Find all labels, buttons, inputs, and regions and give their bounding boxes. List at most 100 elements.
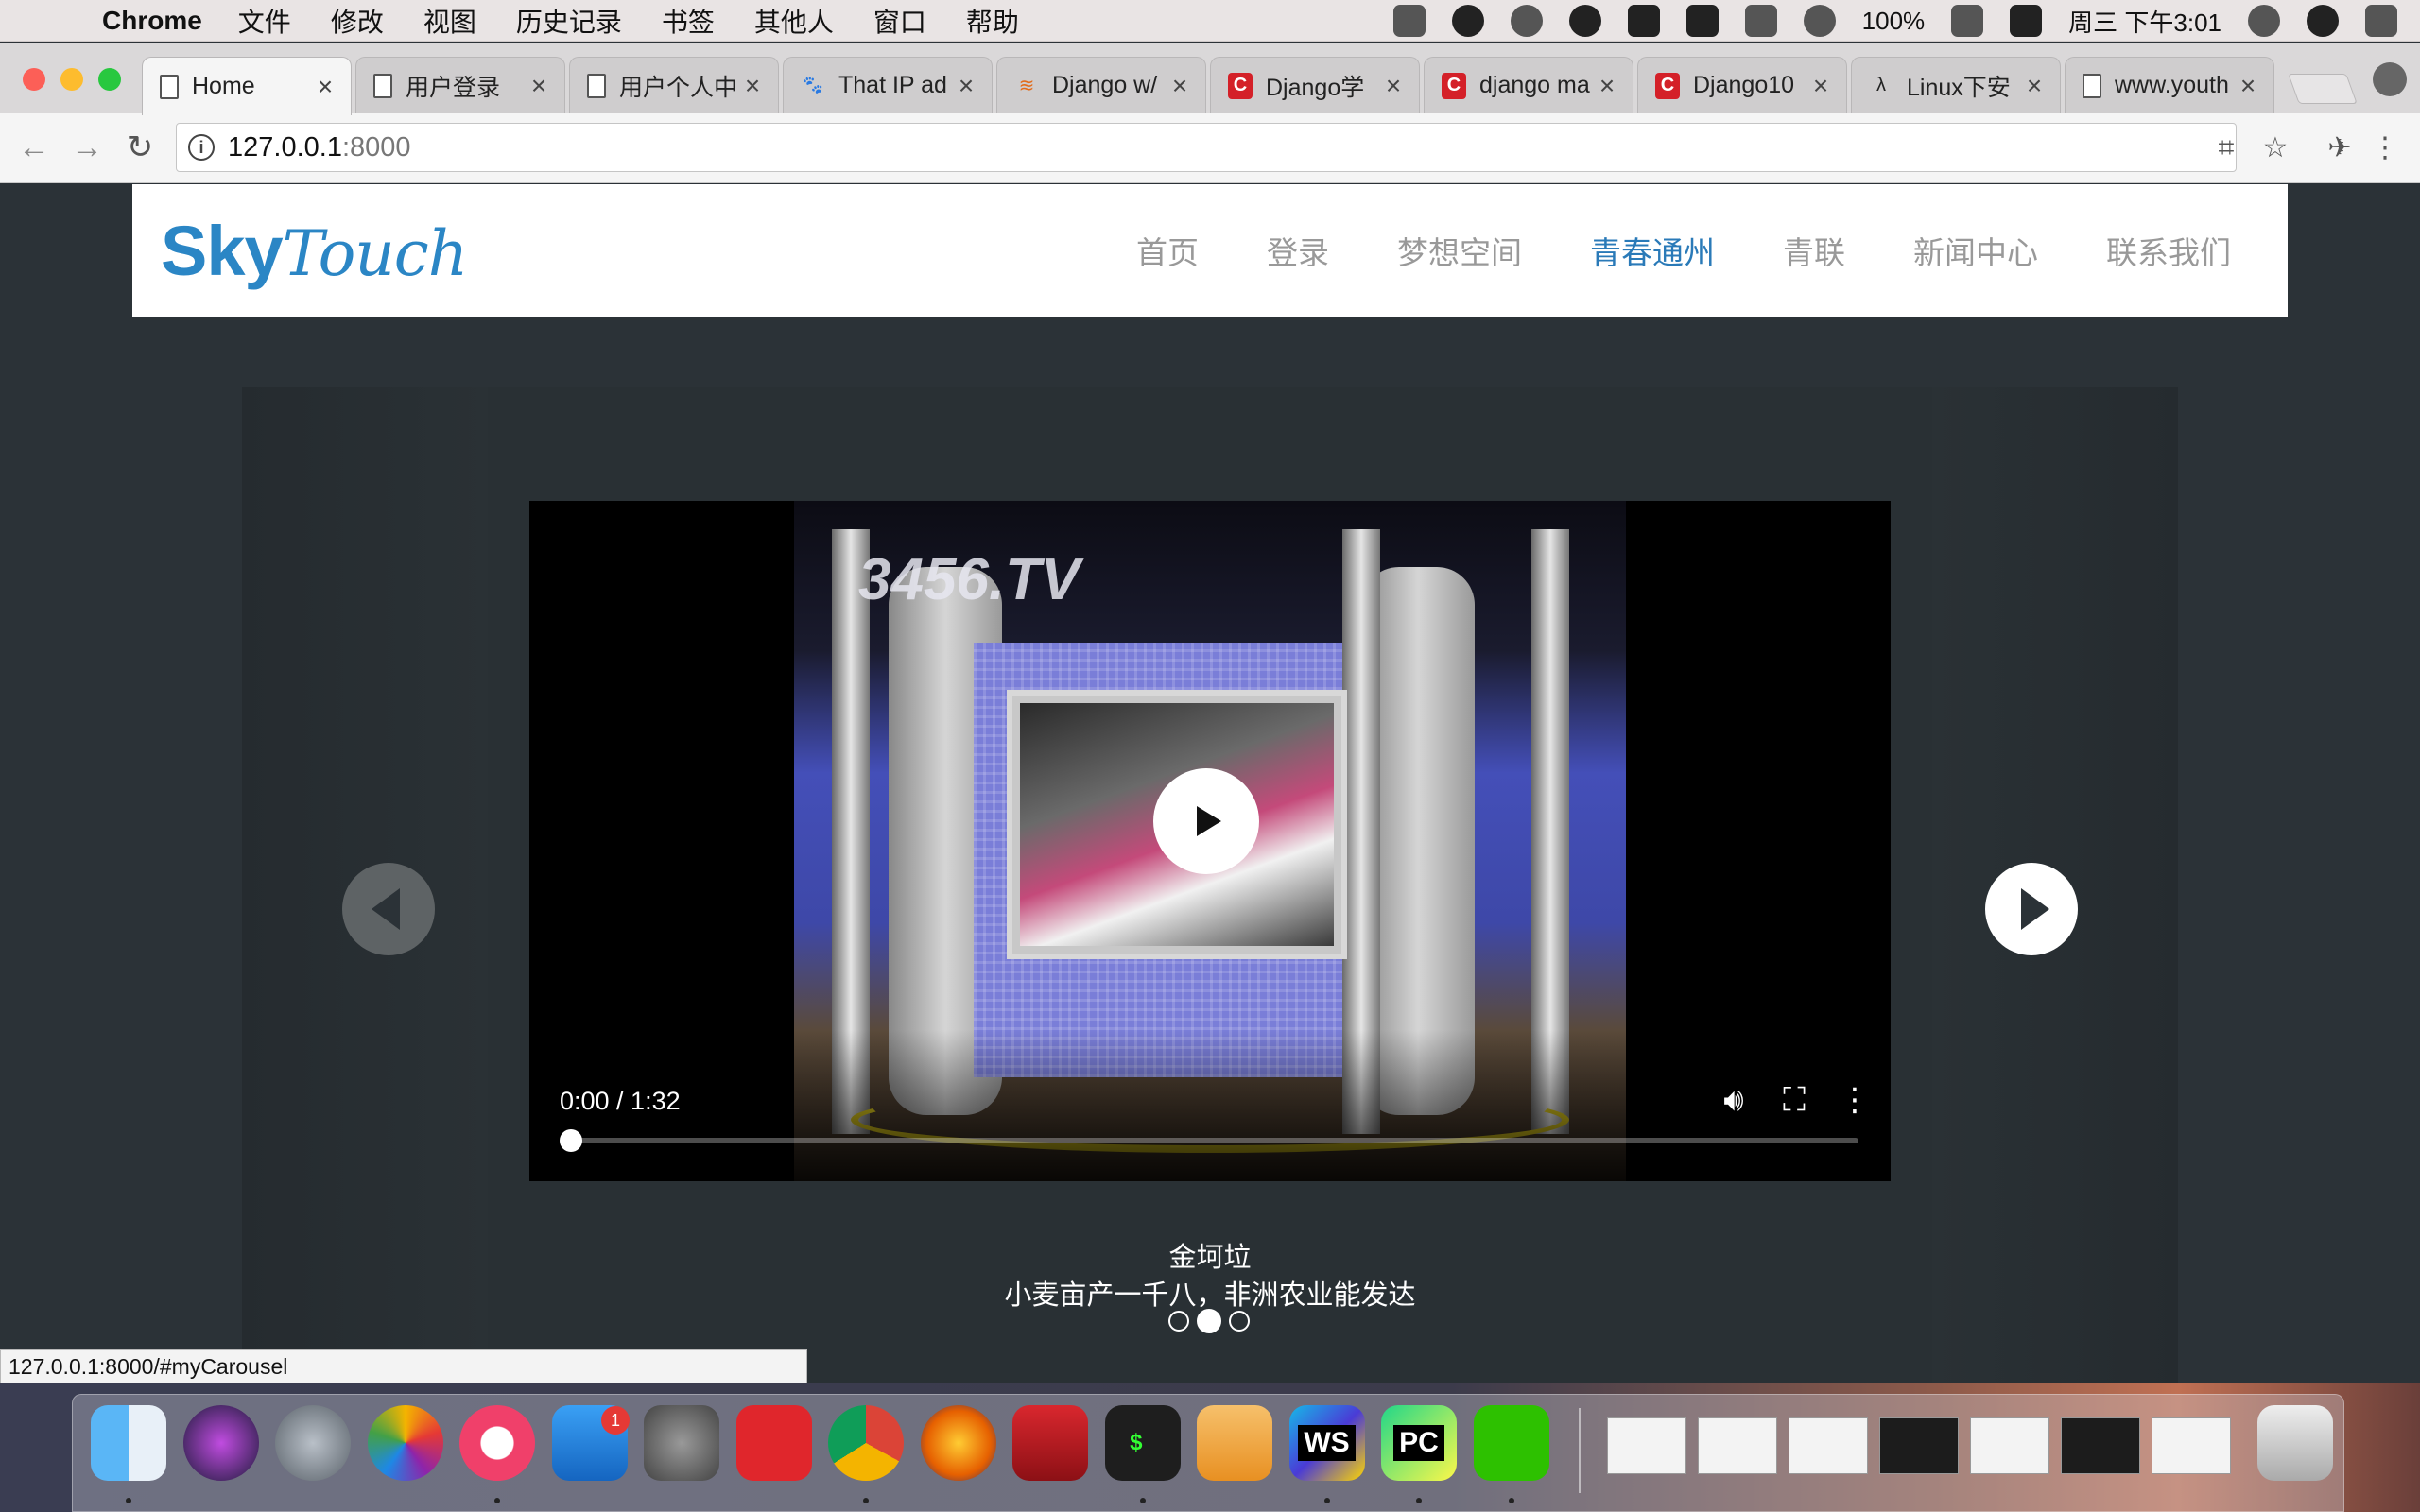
netease-music-dock-icon[interactable] (735, 1405, 812, 1481)
tab-close-icon[interactable]: × (1595, 71, 1619, 101)
chrome-menu-icon[interactable]: ⋮ (2369, 132, 2401, 164)
video-progress-knob[interactable] (560, 1129, 582, 1152)
minimized-window-thumbnail[interactable] (1789, 1418, 1868, 1474)
fullscreen-icon[interactable]: ⛶ (1773, 1079, 1815, 1121)
tab-close-icon[interactable]: × (2236, 71, 2260, 101)
menu-help[interactable]: 帮助 (966, 2, 1019, 40)
itunes-dock-icon[interactable] (459, 1405, 535, 1481)
menu-window[interactable]: 窗口 (873, 2, 926, 40)
new-tab-button[interactable] (2288, 74, 2358, 104)
siri-tray-icon[interactable] (2307, 5, 2339, 37)
evernote-tray-icon[interactable] (1451, 5, 1484, 37)
extension-icon[interactable]: ✈ (2324, 132, 2356, 164)
tab-7[interactable]: Cdjango ma × (1424, 57, 1634, 113)
nav-item-6[interactable]: 新闻中心 (1913, 228, 2038, 273)
menu-people[interactable]: 其他人 (754, 2, 834, 40)
carousel-prev-button[interactable] (342, 863, 435, 955)
nav-item-5[interactable]: 青联 (1783, 228, 1845, 273)
menu-file[interactable]: 文件 (238, 2, 291, 40)
nav-item-3[interactable]: 梦想空间 (1397, 228, 1522, 273)
tab-8[interactable]: C Django10 × (1637, 57, 1847, 113)
webstorm-dock-icon[interactable]: WS (1288, 1405, 1365, 1481)
carousel-next-button[interactable] (1985, 863, 2078, 955)
system-preferences-dock-icon[interactable] (644, 1405, 719, 1481)
finder-dock-icon[interactable] (91, 1405, 166, 1481)
carousel-indicator-2[interactable] (1197, 1309, 1221, 1333)
site-logo[interactable]: SkyTouch (161, 211, 468, 291)
pycharm-dock-icon[interactable]: PC (1381, 1405, 1457, 1481)
siri-dock-icon[interactable] (182, 1405, 259, 1481)
tab-1[interactable]: Home × (142, 57, 352, 115)
menu-edit[interactable]: 修改 (331, 2, 384, 40)
nav-item-7[interactable]: 联系我们 (2106, 228, 2231, 273)
nav-item-2[interactable]: 登录 (1267, 228, 1329, 273)
back-arrow-icon[interactable]: ← (13, 127, 55, 168)
minimize-window-button[interactable] (60, 68, 83, 91)
tab-close-icon[interactable]: × (527, 71, 551, 101)
tab-2[interactable]: 用户登录 × (355, 57, 565, 113)
carousel-indicator-3[interactable] (1229, 1311, 1250, 1332)
firefox-dock-icon[interactable] (920, 1405, 996, 1481)
nav-item-4[interactable]: 青春通州 (1590, 228, 1715, 273)
wechat-dock-icon[interactable] (1473, 1405, 1549, 1481)
autocad-dock-icon[interactable] (1012, 1405, 1088, 1481)
terminal-dock-icon[interactable]: $_ (1104, 1405, 1181, 1481)
tab-10[interactable]: www.youth × (2065, 57, 2274, 113)
minimized-window-thumbnail[interactable] (1879, 1418, 1959, 1474)
tab-close-icon[interactable]: × (740, 71, 765, 101)
wifi-icon[interactable] (1803, 5, 1836, 37)
translate-icon[interactable]: ⌗ (2210, 132, 2242, 164)
airplay-icon[interactable] (1744, 5, 1777, 37)
battery-icon[interactable] (1951, 5, 1984, 37)
chrome-dock-icon[interactable] (828, 1405, 904, 1481)
microphone-tray-icon[interactable] (1627, 5, 1660, 37)
notification-center-icon[interactable] (2365, 5, 2397, 37)
input-method-icon[interactable] (1685, 5, 1719, 37)
tab-9[interactable]: λ Linux下安 × (1851, 57, 2061, 113)
tab-close-icon[interactable]: × (954, 71, 978, 101)
minimized-window-thumbnail[interactable] (2061, 1418, 2140, 1474)
menu-history[interactable]: 历史记录 (516, 2, 622, 40)
eye-tray-icon[interactable] (1510, 5, 1543, 37)
video-progress-bar[interactable] (560, 1129, 1858, 1152)
more-options-icon[interactable]: ⋮ (1834, 1079, 1876, 1121)
bookmark-star-icon[interactable]: ☆ (2259, 132, 2291, 164)
tab-5[interactable]: ≋ Django w/ × (996, 57, 1206, 113)
volume-icon[interactable]: 🔊︎ (1713, 1079, 1754, 1121)
site-info-icon[interactable]: i (188, 134, 215, 161)
tab-close-icon[interactable]: × (1381, 71, 1406, 101)
wechat-tray-icon[interactable] (1392, 5, 1426, 37)
play-button[interactable] (1153, 768, 1259, 874)
minimized-window-thumbnail[interactable] (2152, 1418, 2231, 1474)
nav-item-1[interactable]: 首页 (1136, 228, 1199, 273)
menu-clock[interactable]: 周三 下午3:01 (2068, 4, 2221, 39)
menu-bookmarks[interactable]: 书签 (662, 2, 715, 40)
carousel-indicator-1[interactable] (1168, 1311, 1189, 1332)
tab-close-icon[interactable]: × (1808, 71, 1833, 101)
minimized-window-thumbnail[interactable] (1607, 1418, 1686, 1474)
trash-icon[interactable] (2257, 1405, 2333, 1481)
tab-4[interactable]: 🐾︎ That IP ad × (783, 57, 993, 113)
spotlight-icon[interactable] (2248, 5, 2280, 37)
zoom-window-button[interactable] (98, 68, 121, 91)
close-window-button[interactable] (23, 68, 45, 91)
menu-app-name[interactable]: Chrome (102, 6, 202, 36)
forward-arrow-icon[interactable]: → (66, 127, 108, 168)
minimized-window-thumbnail[interactable] (1970, 1418, 2049, 1474)
photos-dock-icon[interactable] (367, 1405, 443, 1481)
launchpad-dock-icon[interactable] (275, 1405, 351, 1481)
profile-icon[interactable] (2373, 62, 2407, 96)
menu-view[interactable]: 视图 (424, 2, 476, 40)
tab-close-icon[interactable]: × (1167, 71, 1192, 101)
tab-6[interactable]: C Django学 × (1210, 57, 1420, 113)
tab-close-icon[interactable]: × (2022, 71, 2047, 101)
pages-dock-icon[interactable] (1197, 1405, 1272, 1481)
reload-icon[interactable]: ↻ (119, 127, 161, 168)
video-player[interactable]: 3456.TV 0:00 / 1:32 🔊︎ ⛶ ⋮ (529, 501, 1891, 1181)
address-bar[interactable]: i 127.0.0.1:8000 (176, 123, 2237, 172)
emoji-tray-icon[interactable] (1568, 5, 1601, 37)
tab-close-icon[interactable]: × (313, 72, 337, 102)
minimized-window-thumbnail[interactable] (1698, 1418, 1777, 1474)
tab-3[interactable]: 用户个人中 × (569, 57, 779, 113)
sogou-icon[interactable] (2010, 5, 2043, 37)
